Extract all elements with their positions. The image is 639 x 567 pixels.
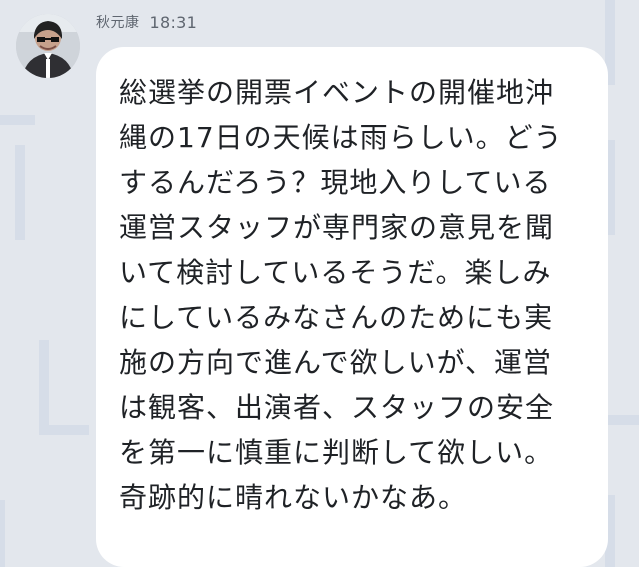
message-line: 施の方向で進んで欲しいが、運営 [119, 346, 553, 379]
message-line: は観客、出演者、スタッフの安全 [119, 391, 555, 424]
message-line: 運営スタッフが専門家の意見を聞 [119, 211, 555, 244]
message-header: 秋元康 18:31 [96, 10, 197, 34]
message-line: 縄の17日の天候は雨らしい。どう [119, 121, 563, 154]
message-bubble[interactable]: 総選挙の開票イベントの開催地沖 縄の17日の天候は雨らしい。どう するんだろう？… [96, 47, 608, 567]
timestamp: 18:31 [149, 12, 198, 32]
message-line: するんだろう？現地入りしている [119, 166, 552, 199]
message-line: いて検討しているそうだ。楽しみ [119, 256, 552, 289]
sender-name[interactable]: 秋元康 [96, 12, 140, 32]
avatar[interactable] [16, 14, 80, 78]
message-line: を第一に慎重に判断して欲しい。 [119, 436, 554, 469]
message-line: 総選挙の開票イベントの開催地沖 [119, 76, 555, 109]
message-line: 奇跡的に晴れないかなあ。 [119, 481, 468, 514]
message-text[interactable]: 総選挙の開票イベントの開催地沖 縄の17日の天候は雨らしい。どう するんだろう？… [119, 70, 608, 520]
message-line: にしているみなさんのためにも実 [119, 301, 554, 334]
chat-message: 秋元康 18:31 総選挙の開票イベントの開催地沖 縄の17日の天候は雨らしい。… [0, 0, 639, 567]
